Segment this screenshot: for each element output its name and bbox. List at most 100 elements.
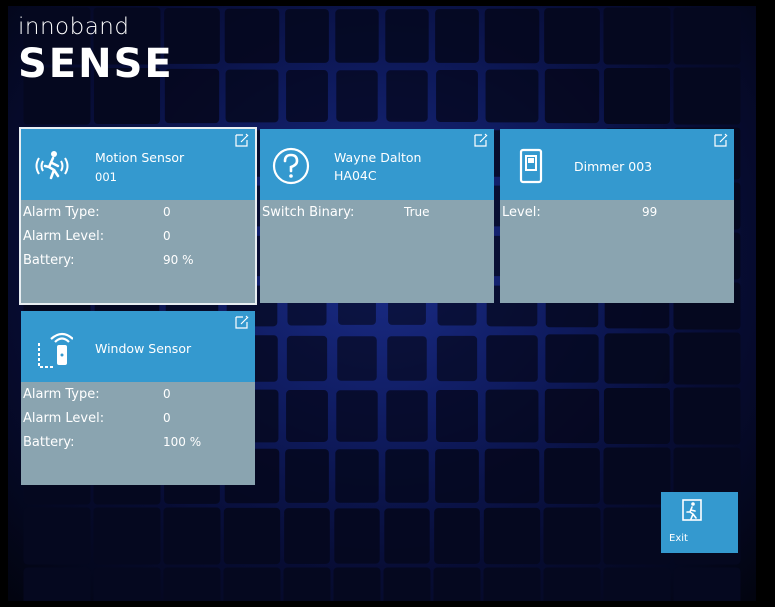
grid-tile: [544, 448, 600, 504]
reading-label: Battery:: [23, 435, 75, 450]
screen: innoband SENSE Motion Sensor 001 Alarm T…: [0, 0, 775, 607]
question-icon: [272, 147, 310, 185]
grid-tile: [386, 390, 428, 442]
reading-label: Alarm Level:: [23, 229, 105, 244]
grid-tile: [543, 507, 601, 565]
reading-label: Alarm Type:: [23, 387, 100, 402]
grid-tile: [286, 70, 328, 122]
grid-tile: [486, 335, 538, 382]
reading-row: Alarm Type: 0: [23, 387, 253, 411]
edit-icon[interactable]: [714, 133, 728, 147]
grid-tile: [604, 333, 670, 384]
exit-button[interactable]: Exit: [661, 492, 738, 553]
grid-tile: [223, 567, 281, 601]
motion-sensor-icon: [35, 151, 69, 180]
grid-tile: [283, 567, 331, 601]
grid-tile: [484, 8, 540, 64]
grid-tile: [435, 9, 479, 63]
grid-tile: [436, 335, 478, 382]
grid-tile: [383, 567, 431, 601]
grid-tile: [284, 508, 330, 564]
grid-tile: [485, 69, 539, 123]
reading-label: Level:: [502, 205, 541, 220]
edit-icon[interactable]: [235, 315, 249, 329]
grid-tile: [23, 567, 91, 601]
card-header: Dimmer 003: [500, 129, 734, 200]
grid-tile: [335, 449, 379, 503]
grid-tile: [163, 567, 221, 601]
grid-tile: [603, 7, 671, 65]
grid-tile: [385, 9, 429, 63]
reading-row: Battery: 90 %: [23, 253, 253, 277]
device-card-window-sensor[interactable]: Window Sensor Alarm Type: 0 Alarm Level: 0…: [21, 311, 255, 485]
reading-value: 0: [163, 229, 171, 243]
reading-label: Alarm Type:: [23, 205, 100, 220]
card-readings: Switch Binary: True: [262, 205, 492, 229]
card-readings: Level: 99: [502, 205, 732, 229]
card-title: Motion Sensor: [95, 150, 185, 165]
dimmer-switch-icon: [519, 148, 543, 184]
grid-tile: [93, 507, 161, 565]
grid-tile: [544, 8, 600, 64]
edit-icon[interactable]: [474, 133, 488, 147]
reading-value: 0: [163, 387, 171, 401]
grid-tile: [485, 389, 539, 443]
window-sensor-icon: [38, 332, 73, 368]
card-header: Window Sensor: [21, 311, 255, 382]
grid-tile: [224, 8, 280, 64]
grid-tile: [286, 390, 328, 442]
grid-tile: [23, 507, 91, 565]
grid-tile: [483, 507, 541, 565]
grid-tile: [434, 508, 480, 564]
card-title: Wayne Dalton: [334, 150, 422, 165]
grid-tile: [336, 390, 378, 442]
grid-tile: [544, 388, 600, 444]
edit-icon[interactable]: [235, 133, 249, 147]
reading-value: 0: [163, 411, 171, 425]
grid-tile: [673, 67, 741, 125]
logo-line-innoband: innoband: [18, 14, 130, 40]
card-readings: Alarm Type: 0 Alarm Level: 0 Battery: 100 %: [23, 387, 253, 459]
grid-tile: [544, 68, 600, 124]
background-grid: [23, 7, 741, 601]
grid-tile: [336, 70, 378, 122]
grid-tile: [225, 69, 279, 123]
grid-tile: [385, 449, 429, 503]
device-card-wayne-dalton[interactable]: Wayne Dalton HA04C Switch Binary: True: [260, 129, 494, 303]
reading-row: Alarm Level: 0: [23, 411, 253, 435]
grid-tile: [484, 448, 540, 504]
reading-label: Alarm Level:: [23, 411, 105, 426]
device-card-motion-sensor[interactable]: Motion Sensor 001 Alarm Type: 0 Alarm Lev…: [19, 127, 257, 305]
grid-tile: [673, 567, 741, 601]
grid-tile: [335, 9, 379, 63]
grid-tile: [603, 567, 671, 601]
reading-value: 0: [163, 205, 171, 219]
card-subtitle: HA04C: [334, 168, 377, 183]
grid-tile: [285, 449, 329, 503]
grid-tile: [386, 70, 428, 122]
grid-tile: [387, 336, 427, 381]
card-header: Motion Sensor 001: [21, 129, 255, 200]
card-title: Dimmer 003: [574, 159, 653, 174]
reading-value: 100 %: [163, 435, 202, 449]
reading-row: Switch Binary: True: [262, 205, 492, 229]
background-pattern: [8, 6, 756, 601]
reading-value: 99: [642, 205, 658, 219]
reading-row: Alarm Level: 0: [23, 229, 253, 253]
device-card-dimmer[interactable]: Dimmer 003 Level: 99: [500, 129, 734, 303]
grid-tile: [334, 508, 380, 564]
reading-label: Battery:: [23, 253, 75, 268]
grid-tile: [483, 567, 541, 601]
grid-tile: [285, 9, 329, 63]
card-title: Window Sensor: [95, 341, 192, 356]
exit-label: Exit: [669, 533, 688, 544]
grid-tile: [93, 567, 161, 601]
grid-tile: [673, 7, 741, 65]
grid-tile: [545, 334, 599, 383]
exit-door-icon: [682, 499, 702, 521]
card-header: Wayne Dalton HA04C: [260, 129, 494, 200]
card-subtitle: 001: [95, 170, 117, 184]
grid-tile: [163, 507, 221, 565]
reading-value: True: [404, 205, 430, 219]
reading-label: Switch Binary:: [262, 205, 355, 220]
